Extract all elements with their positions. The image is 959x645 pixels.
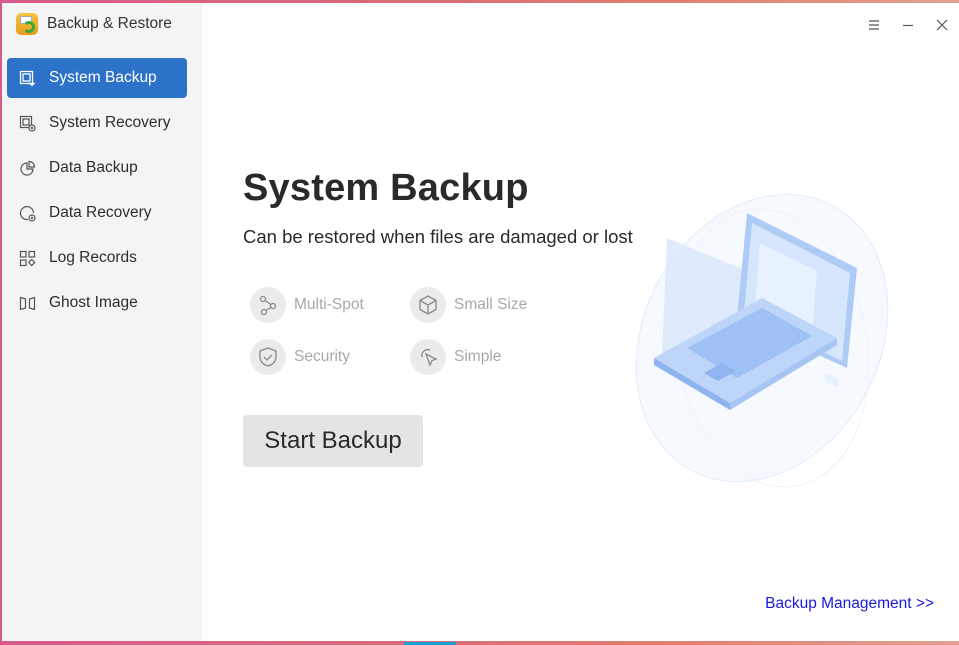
sidebar-item-data-recovery[interactable]: Data Recovery	[7, 193, 187, 233]
system-backup-icon	[19, 70, 36, 87]
start-backup-button[interactable]: Start Backup	[243, 415, 423, 467]
app-header: Backup & Restore	[16, 13, 172, 35]
close-button[interactable]	[933, 16, 951, 34]
feature-label: Multi-Spot	[294, 296, 364, 313]
share-nodes-icon	[250, 287, 286, 323]
page-subtitle: Can be restored when files are damaged o…	[243, 226, 633, 247]
sidebar-item-label: Log Records	[49, 249, 137, 266]
system-recovery-icon	[19, 115, 36, 132]
feature-item: Security	[250, 339, 410, 375]
feature-item: Small Size	[410, 287, 570, 323]
main-content: System Backup Can be restored when files…	[202, 3, 959, 641]
sidebar-item-label: Ghost Image	[49, 294, 138, 311]
page-title: System Backup	[243, 167, 529, 209]
sidebar-item-ghost-image[interactable]: Ghost Image	[7, 283, 187, 323]
data-backup-icon	[19, 160, 36, 177]
sidebar-item-label: Data Backup	[49, 159, 138, 176]
laptop-illustration	[635, 193, 889, 488]
backup-management-link[interactable]: Backup Management >>	[765, 595, 934, 613]
feature-list: Multi-Spot Small Size Security Simple	[250, 287, 570, 375]
sidebar-item-label: System Backup	[49, 69, 157, 86]
ghost-image-icon	[19, 295, 36, 312]
sidebar-item-label: Data Recovery	[49, 204, 152, 221]
minimize-button[interactable]	[899, 16, 917, 34]
app-window: Backup & Restore System Backup System Re…	[2, 3, 959, 641]
feature-label: Small Size	[454, 296, 528, 313]
shield-check-icon	[250, 339, 286, 375]
sidebar-item-system-recovery[interactable]: System Recovery	[7, 103, 187, 143]
feature-label: Security	[294, 348, 350, 365]
menu-button[interactable]	[865, 16, 883, 34]
feature-item: Simple	[410, 339, 570, 375]
window-controls	[865, 16, 951, 34]
app-title: Backup & Restore	[47, 15, 172, 32]
minimize-icon	[903, 24, 913, 27]
feature-label: Simple	[454, 348, 502, 365]
cursor-pointer-icon	[410, 339, 446, 375]
sidebar-item-label: System Recovery	[49, 114, 171, 131]
sidebar-nav: System Backup System Recovery Data Backu…	[7, 58, 187, 328]
sidebar-item-system-backup[interactable]: System Backup	[7, 58, 187, 98]
sidebar-item-log-records[interactable]: Log Records	[7, 238, 187, 278]
close-icon	[936, 19, 948, 31]
sidebar: Backup & Restore System Backup System Re…	[2, 3, 202, 641]
sidebar-item-data-backup[interactable]: Data Backup	[7, 148, 187, 188]
backup-restore-logo-icon	[16, 13, 38, 35]
cube-icon	[410, 287, 446, 323]
feature-item: Multi-Spot	[250, 287, 410, 323]
data-recovery-icon	[19, 205, 36, 222]
hamburger-menu-icon	[869, 20, 879, 30]
log-records-icon	[19, 250, 36, 267]
